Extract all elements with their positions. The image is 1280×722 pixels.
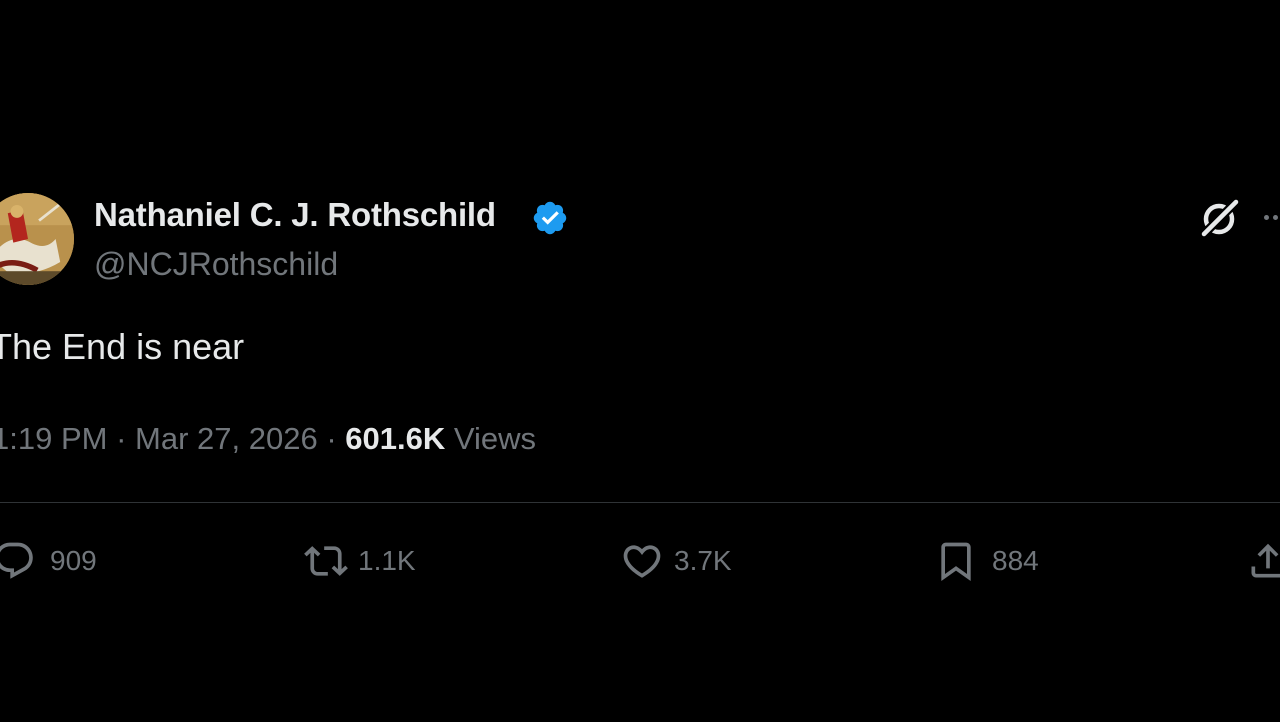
reply-count: 909 [50, 545, 97, 576]
more-options-icon[interactable] [1262, 205, 1280, 229]
tweet-text: The End is near [0, 326, 245, 367]
tweet-time[interactable]: 1:19 PM [0, 421, 107, 456]
views-label: Views [453, 421, 537, 456]
share-icon [1251, 543, 1280, 578]
retweet-icon [304, 546, 348, 576]
verified-badge-icon [531, 199, 569, 237]
separator: · [116, 421, 127, 456]
divider [0, 502, 1280, 503]
author-handle[interactable]: @NCJRothschild [94, 246, 338, 283]
author-display-name[interactable]: Nathaniel C. J. Rothschild [94, 196, 496, 234]
bookmark-button[interactable]: 884 [934, 536, 1039, 586]
painting-avatar-icon [0, 193, 74, 285]
reply-button[interactable]: 909 [0, 536, 97, 586]
retweet-button[interactable]: 1.1K [304, 536, 416, 586]
like-count: 3.7K [674, 545, 732, 576]
bookmark-icon [941, 542, 971, 582]
views-count: 601.6K [345, 421, 446, 456]
heart-icon [623, 545, 661, 578]
bookmark-count: 884 [992, 545, 1039, 576]
retweet-count: 1.1K [358, 545, 416, 576]
reply-icon [0, 542, 33, 579]
share-button[interactable] [1246, 536, 1280, 586]
separator: · [326, 421, 337, 456]
like-button[interactable]: 3.7K [620, 536, 732, 586]
tweet-metadata: 1:19 PM · Mar 27, 2026 · 601.6K Views [0, 421, 536, 457]
grok-icon[interactable] [1197, 195, 1243, 241]
tweet-date[interactable]: Mar 27, 2026 [135, 421, 318, 456]
author-avatar[interactable] [0, 193, 74, 285]
